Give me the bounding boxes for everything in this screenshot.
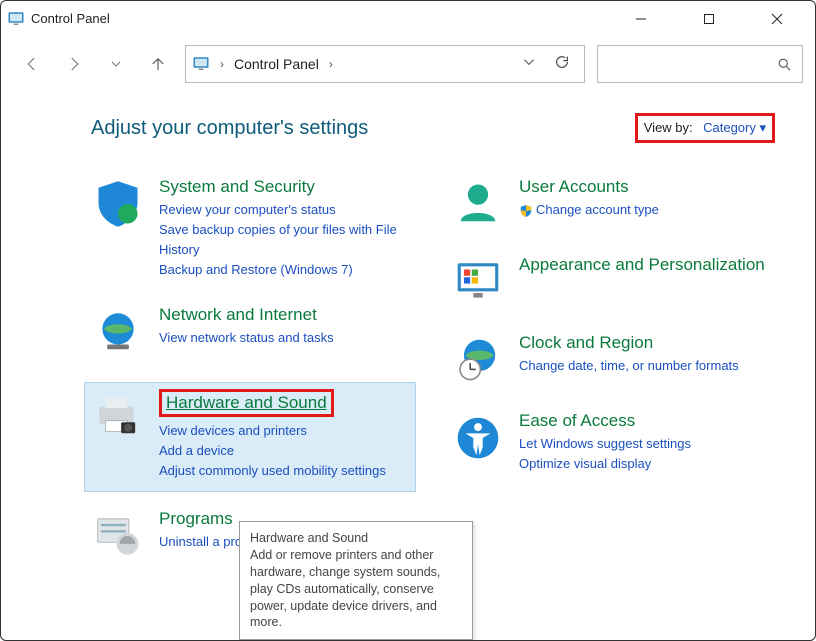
control-panel-icon bbox=[7, 10, 25, 28]
category-ease-of-access[interactable]: Ease of Access Let Windows suggest setti… bbox=[451, 411, 775, 474]
category-hardware-sound[interactable]: Hardware and Sound View devices and prin… bbox=[85, 383, 415, 491]
category-clock-region[interactable]: Clock and Region Change date, time, or n… bbox=[451, 333, 775, 387]
page-heading: Adjust your computer's settings bbox=[91, 117, 368, 140]
category-link[interactable]: Change date, time, or number formats bbox=[519, 356, 739, 376]
shield-icon bbox=[91, 177, 145, 231]
ease-of-access-icon bbox=[451, 411, 505, 465]
address-dropdown-button[interactable] bbox=[522, 55, 536, 74]
category-link[interactable]: Save backup copies of your files with Fi… bbox=[159, 220, 415, 260]
window-title: Control Panel bbox=[31, 11, 619, 26]
viewby-highlight: View by: Category ▾ bbox=[635, 113, 775, 143]
category-link[interactable]: Optimize visual display bbox=[519, 454, 691, 474]
back-button[interactable] bbox=[17, 49, 47, 79]
category-title[interactable]: Appearance and Personalization bbox=[519, 255, 765, 275]
up-button[interactable] bbox=[143, 49, 173, 79]
category-title-highlighted[interactable]: Hardware and Sound bbox=[159, 389, 334, 417]
category-title[interactable]: Ease of Access bbox=[519, 411, 691, 431]
category-title[interactable]: Clock and Region bbox=[519, 333, 739, 353]
chevron-right-icon[interactable]: › bbox=[329, 57, 333, 71]
refresh-button[interactable] bbox=[554, 54, 570, 75]
category-link[interactable]: Let Windows suggest settings bbox=[519, 434, 691, 454]
category-link[interactable]: View network status and tasks bbox=[159, 328, 334, 348]
category-title[interactable]: Network and Internet bbox=[159, 305, 334, 325]
user-icon bbox=[451, 177, 505, 231]
address-bar[interactable]: › Control Panel › bbox=[185, 45, 585, 83]
category-link[interactable]: View devices and printers bbox=[159, 421, 386, 441]
category-link[interactable]: Review your computer's status bbox=[159, 200, 415, 220]
control-panel-window: Control Panel › Control Panel › bbox=[0, 0, 816, 641]
category-system-security[interactable]: System and Security Review your computer… bbox=[91, 177, 415, 281]
forward-button[interactable] bbox=[59, 49, 89, 79]
category-link[interactable]: Change account type bbox=[519, 200, 659, 220]
maximize-button[interactable] bbox=[687, 4, 731, 34]
close-button[interactable] bbox=[755, 4, 799, 34]
minimize-button[interactable] bbox=[619, 4, 663, 34]
globe-icon bbox=[91, 305, 145, 359]
content-area: Adjust your computer's settings View by:… bbox=[1, 91, 815, 587]
category-title[interactable]: System and Security bbox=[159, 177, 415, 197]
tooltip-title: Hardware and Sound bbox=[250, 530, 462, 547]
programs-icon bbox=[91, 509, 145, 563]
uac-shield-icon bbox=[519, 204, 533, 218]
recent-locations-button[interactable] bbox=[101, 49, 131, 79]
category-network-internet[interactable]: Network and Internet View network status… bbox=[91, 305, 415, 359]
titlebar: Control Panel bbox=[1, 1, 815, 37]
viewby-label: View by: bbox=[644, 120, 693, 135]
tooltip-body: Add or remove printers and other hardwar… bbox=[250, 547, 462, 631]
viewby-dropdown[interactable]: Category ▾ bbox=[703, 120, 766, 135]
monitor-icon bbox=[451, 255, 505, 309]
category-appearance[interactable]: Appearance and Personalization bbox=[451, 255, 775, 309]
navbar: › Control Panel › bbox=[1, 37, 815, 91]
control-panel-icon bbox=[192, 55, 210, 73]
category-link[interactable]: Backup and Restore (Windows 7) bbox=[159, 260, 415, 280]
category-link[interactable]: Adjust commonly used mobility settings bbox=[159, 461, 386, 481]
printer-icon bbox=[91, 389, 145, 443]
search-icon bbox=[777, 57, 792, 72]
category-user-accounts[interactable]: User Accounts Change account type bbox=[451, 177, 775, 231]
right-column: User Accounts Change account type Appear… bbox=[451, 177, 775, 587]
category-link[interactable]: Add a device bbox=[159, 441, 386, 461]
chevron-right-icon: › bbox=[220, 57, 224, 71]
clock-globe-icon bbox=[451, 333, 505, 387]
search-box[interactable] bbox=[597, 45, 803, 83]
tooltip: Hardware and Sound Add or remove printer… bbox=[239, 521, 473, 640]
category-title[interactable]: User Accounts bbox=[519, 177, 659, 197]
breadcrumb-root[interactable]: Control Panel bbox=[234, 56, 319, 72]
